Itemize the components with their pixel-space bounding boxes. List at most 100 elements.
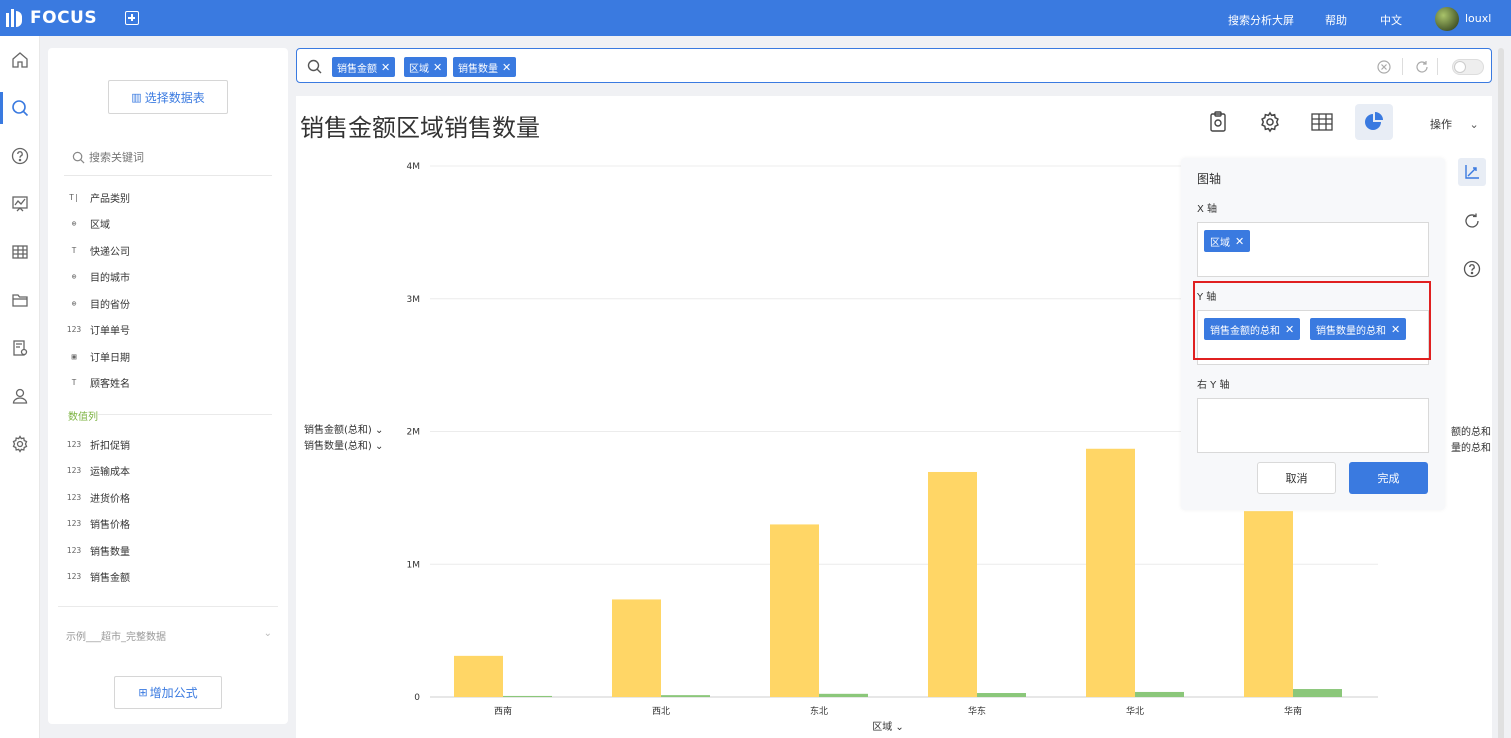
bar bbox=[612, 599, 661, 697]
search-nav-icon[interactable] bbox=[0, 88, 40, 128]
pie-chart-icon[interactable] bbox=[1355, 104, 1393, 140]
done-button[interactable]: 完成 bbox=[1349, 462, 1428, 494]
bar bbox=[1244, 511, 1293, 697]
column-label: 销售价格 bbox=[90, 520, 130, 531]
bar bbox=[454, 655, 503, 697]
column-item[interactable]: ▣ 订单日期 bbox=[64, 346, 130, 366]
keyword-search[interactable] bbox=[64, 140, 272, 176]
table-bars-icon: ▥ bbox=[131, 90, 142, 104]
bigscreen-link[interactable]: 搜索分析大屏 bbox=[1228, 12, 1294, 28]
column-item[interactable]: ⊕ 区域 bbox=[64, 214, 110, 234]
column-item[interactable]: 123 运输成本 bbox=[64, 461, 130, 481]
select-table-button[interactable]: ▥ 选择数据表 bbox=[108, 80, 228, 114]
column-item[interactable]: 123 折扣促销 bbox=[64, 434, 130, 454]
bar bbox=[819, 693, 868, 697]
column-item[interactable]: 123 进货价格 bbox=[64, 487, 130, 507]
column-label: 目的城市 bbox=[90, 273, 130, 284]
clipboard-icon[interactable] bbox=[1199, 104, 1237, 140]
column-item[interactable]: 123 订单单号 bbox=[64, 320, 130, 340]
dashboard-icon[interactable] bbox=[0, 184, 40, 224]
operations-menu[interactable]: 操作 ⌄ bbox=[1430, 116, 1479, 132]
datasource-selector[interactable]: 示例___超市_完整数据 ⌄ bbox=[66, 628, 272, 643]
add-formula-button[interactable]: ⊞ 增加公式 bbox=[114, 676, 222, 709]
x-axis-dropzone[interactable]: 区域 ✕ bbox=[1197, 222, 1429, 277]
select-table-label: 选择数据表 bbox=[144, 90, 205, 105]
scrollbar[interactable] bbox=[1496, 36, 1506, 738]
calendar-icon: ▣ bbox=[71, 351, 77, 361]
x-tick-label: 西北 bbox=[652, 706, 670, 717]
column-label: 订单日期 bbox=[90, 352, 130, 364]
clear-circle-icon[interactable] bbox=[1377, 60, 1391, 74]
axis-config-panel: 图轴 X 轴 区域 ✕ Y 轴 销售金额的总和 ✕ 销售数量的总和 ✕ 右 Y 轴 取… bbox=[1181, 158, 1445, 510]
column-item[interactable]: ⊕ 目的省份 bbox=[64, 293, 130, 313]
bar bbox=[770, 524, 819, 697]
search-chip-sales-qty[interactable]: 销售数量 ✕ bbox=[453, 57, 517, 77]
number-icon: 123 bbox=[66, 325, 82, 334]
column-item[interactable]: T 快递公司 bbox=[64, 240, 130, 260]
column-item[interactable]: 123 销售数量 bbox=[64, 540, 130, 560]
axis-icon[interactable] bbox=[1458, 158, 1486, 186]
column-label: 销售数量 bbox=[90, 546, 130, 558]
x-axis-title: 区域 ⌄ bbox=[872, 720, 904, 733]
bar bbox=[1135, 691, 1184, 697]
refresh-icon[interactable] bbox=[1415, 60, 1429, 74]
folder-icon[interactable] bbox=[0, 280, 40, 320]
avatar[interactable] bbox=[1435, 7, 1459, 31]
column-item[interactable]: 123 销售金额 bbox=[64, 567, 130, 587]
user-icon[interactable] bbox=[0, 376, 40, 416]
search-icon bbox=[307, 59, 322, 74]
column-label: 订单单号 bbox=[90, 326, 130, 337]
y-axis-highlight bbox=[1193, 281, 1431, 360]
bar bbox=[928, 471, 977, 697]
chevron-down-icon: ⌄ bbox=[263, 628, 272, 639]
column-item[interactable]: ⊕ 目的城市 bbox=[64, 267, 130, 287]
globe-icon: ⊕ bbox=[71, 219, 77, 228]
focus-logo[interactable]: FOCUS bbox=[6, 8, 97, 28]
help-link[interactable]: 帮助 bbox=[1325, 12, 1347, 28]
close-icon[interactable]: ✕ bbox=[433, 61, 442, 74]
number-icon: 123 bbox=[66, 545, 82, 555]
y-tick-label: 1M bbox=[407, 560, 421, 570]
legend-item: 销售数量(总和) ⌄ bbox=[304, 439, 383, 452]
number-icon: 123 bbox=[66, 466, 82, 475]
column-item[interactable]: T| 产品类别 bbox=[64, 187, 130, 207]
column-item[interactable]: 123 销售价格 bbox=[64, 514, 130, 534]
logo-icon bbox=[6, 9, 26, 27]
number-icon: 123 bbox=[66, 519, 82, 528]
x-axis-chip-region[interactable]: 区域 ✕ bbox=[1204, 230, 1251, 252]
table-view-icon[interactable] bbox=[1303, 104, 1341, 140]
keyword-search-input[interactable] bbox=[89, 151, 259, 164]
x-tick-label: 东北 bbox=[810, 705, 828, 717]
gear-icon[interactable] bbox=[0, 424, 40, 464]
number-icon: 123 bbox=[66, 439, 82, 449]
home-icon[interactable] bbox=[0, 40, 40, 80]
close-icon[interactable]: ✕ bbox=[502, 61, 511, 74]
toggle-switch[interactable] bbox=[1452, 59, 1484, 75]
search-chip-region[interactable]: 区域 ✕ bbox=[404, 57, 448, 77]
column-item[interactable]: T 顾客姓名 bbox=[64, 373, 130, 393]
search-icon bbox=[72, 151, 85, 164]
number-icon: 123 bbox=[66, 492, 82, 502]
search-bar[interactable]: 销售金额 ✕ 区域 ✕ 销售数量 ✕ bbox=[296, 48, 1492, 83]
task-settings-icon[interactable] bbox=[0, 328, 40, 368]
question-icon[interactable] bbox=[0, 136, 40, 176]
close-icon[interactable]: ✕ bbox=[1235, 235, 1244, 248]
cancel-button[interactable]: 取消 bbox=[1257, 462, 1336, 494]
x-tick-label: 华北 bbox=[1126, 705, 1144, 717]
data-columns-panel: ▥ 选择数据表 T| 产品类别 ⊕ 区域 T 快递公司 ⊕ 目的城市 ⊕ 目的省份 123 订单单号 ▣… bbox=[48, 48, 288, 724]
settings-icon[interactable] bbox=[1251, 104, 1289, 140]
right-y-axis-dropzone[interactable] bbox=[1197, 398, 1429, 453]
search-chip-sales-amount[interactable]: 销售金额 ✕ bbox=[332, 57, 396, 77]
legend-right-item: 量的总和 bbox=[1451, 443, 1491, 454]
help-icon[interactable] bbox=[1458, 255, 1486, 283]
user-name[interactable]: louxl bbox=[1465, 12, 1491, 25]
nav-rail bbox=[0, 36, 40, 738]
table-icon[interactable] bbox=[0, 232, 40, 272]
rotate-icon[interactable] bbox=[1458, 207, 1486, 235]
language-switch[interactable]: 中文 bbox=[1380, 12, 1402, 28]
globe-icon: ⊕ bbox=[71, 272, 77, 281]
new-tab-icon[interactable] bbox=[125, 11, 139, 25]
close-icon[interactable]: ✕ bbox=[381, 61, 390, 74]
column-label: 进货价格 bbox=[90, 493, 130, 505]
chevron-down-icon: ⌄ bbox=[1469, 118, 1479, 131]
